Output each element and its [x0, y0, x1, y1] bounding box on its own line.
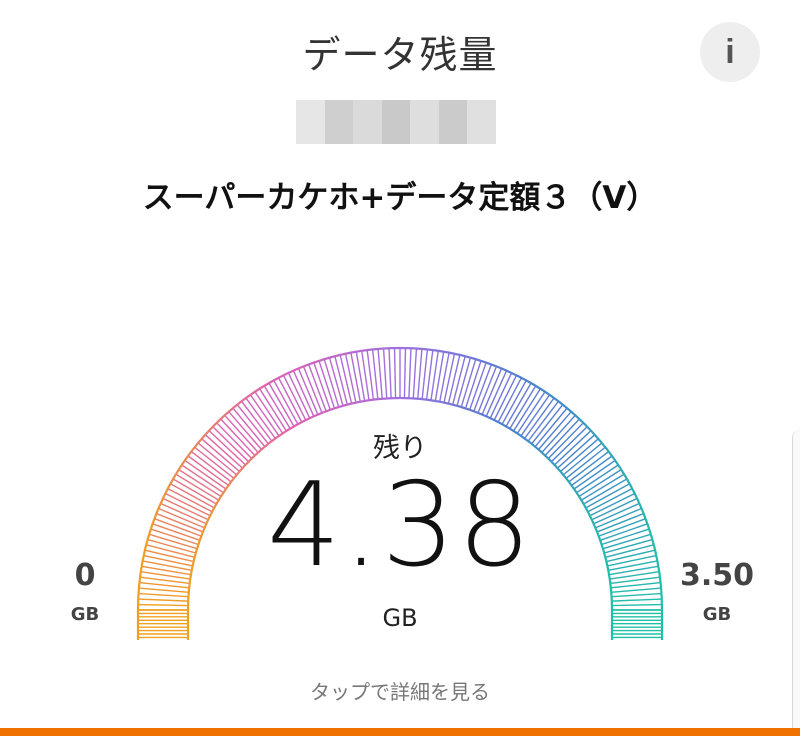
gauge-tick	[412, 348, 418, 399]
gauge-tick	[439, 352, 450, 402]
bottom-accent-bar	[0, 728, 800, 736]
gauge-tick	[403, 348, 407, 399]
gauge-tick	[443, 353, 456, 403]
gauge-tick	[138, 592, 189, 598]
gauge-tick	[393, 348, 397, 399]
gauge-tick	[377, 348, 383, 399]
plan-name: スーパーカケホ+データ定額３（V）	[142, 180, 658, 216]
gauge-tick	[292, 370, 315, 417]
gauge-tick	[350, 352, 361, 402]
mask-block	[381, 100, 411, 144]
data-remaining-screen: データ残量 i スーパーカケホ+データ定額３（V） 残り 4.38 GB 0 G…	[0, 0, 800, 736]
gauge-tick	[611, 592, 662, 598]
gauge-tick	[477, 366, 498, 414]
gauge-tick	[421, 349, 429, 400]
gauge-tick	[297, 368, 319, 415]
gauge-tick	[485, 370, 508, 417]
scale-min-unit: GB	[70, 604, 100, 625]
info-icon: i	[725, 33, 735, 71]
info-button[interactable]: i	[700, 22, 760, 82]
gauge-tick	[388, 348, 392, 399]
gauge-tick	[481, 368, 503, 415]
scale-max-value: 3.50	[679, 558, 755, 593]
mask-block	[324, 100, 354, 144]
gauge-tick	[611, 598, 662, 602]
mask-block	[296, 100, 325, 144]
scroll-edge	[792, 430, 800, 736]
gauge-tick	[302, 366, 323, 414]
page-title: データ残量	[302, 33, 498, 77]
gauge-tick	[344, 353, 357, 403]
masked-phone-number	[296, 100, 497, 144]
gauge-tick	[447, 354, 461, 404]
gauge-tick	[417, 348, 423, 399]
gauge-tick	[408, 348, 412, 399]
mask-block	[353, 100, 382, 144]
gauge-tick	[339, 354, 353, 404]
mask-block	[467, 100, 497, 144]
view-details-link[interactable]: タップで詳細を見る	[0, 676, 800, 705]
gauge-tick	[138, 598, 189, 602]
scale-min-value: 0	[74, 558, 96, 593]
scale-max-unit: GB	[702, 604, 732, 625]
gauge-tick	[382, 348, 388, 399]
gauge-tick	[489, 372, 513, 419]
mask-block	[410, 100, 439, 144]
mask-block	[438, 100, 468, 144]
gauge-tick	[371, 349, 379, 400]
gauge-tick	[287, 372, 311, 419]
